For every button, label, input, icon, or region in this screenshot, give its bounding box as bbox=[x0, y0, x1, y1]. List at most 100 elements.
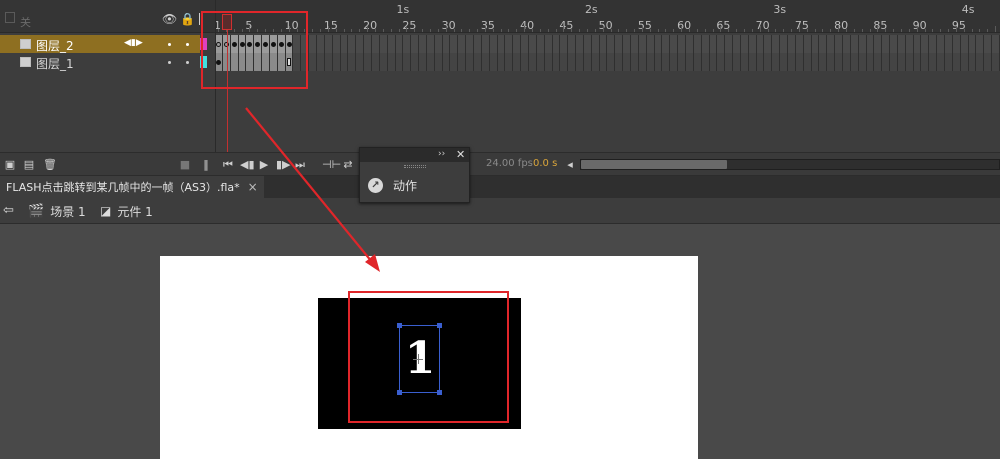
frame-cell[interactable] bbox=[498, 53, 506, 71]
back-arrow-icon[interactable]: ⇦ bbox=[3, 203, 14, 218]
frame-cell[interactable] bbox=[694, 53, 702, 71]
layer-row-layer-1[interactable]: 图层_1 bbox=[0, 53, 207, 71]
frame-cell[interactable] bbox=[474, 35, 482, 53]
frame-cell[interactable] bbox=[458, 53, 467, 71]
frame-cell[interactable] bbox=[356, 53, 365, 71]
frame-cell[interactable] bbox=[765, 53, 773, 71]
frame-cell[interactable] bbox=[639, 35, 647, 53]
frame-cell[interactable] bbox=[984, 35, 993, 53]
frame-cell[interactable] bbox=[757, 53, 765, 71]
frame-cell[interactable] bbox=[749, 35, 757, 53]
frame-cell[interactable] bbox=[796, 35, 804, 53]
frame-cell[interactable] bbox=[482, 53, 490, 71]
frame-cell[interactable] bbox=[592, 53, 600, 71]
frame-cell[interactable] bbox=[364, 53, 372, 71]
frame-cell[interactable] bbox=[725, 53, 734, 71]
layer-row-layer-2[interactable]: 图层_2 ◀▮▶ bbox=[0, 35, 207, 53]
frame-cell[interactable] bbox=[419, 35, 427, 53]
frame-cell[interactable] bbox=[443, 53, 451, 71]
actions-panel[interactable]: ›› ✕ ↗ 动作 bbox=[359, 147, 470, 203]
frame-cell[interactable] bbox=[662, 53, 671, 71]
frame-cell[interactable] bbox=[372, 53, 380, 71]
frame-cell[interactable] bbox=[341, 53, 349, 71]
frame-cell[interactable] bbox=[380, 53, 388, 71]
frame-cell[interactable] bbox=[623, 53, 632, 71]
frame-cell[interactable] bbox=[529, 35, 537, 53]
frame-row-layer-1[interactable] bbox=[215, 53, 1000, 71]
frame-cell[interactable] bbox=[827, 53, 836, 71]
loop-icon[interactable]: ⇄ bbox=[341, 158, 355, 172]
frame-cell[interactable] bbox=[403, 53, 412, 71]
frame-cell[interactable] bbox=[333, 53, 341, 71]
frame-cell[interactable] bbox=[662, 35, 671, 53]
frame-cell[interactable] bbox=[655, 35, 663, 53]
frame-cell[interactable] bbox=[678, 35, 686, 53]
frame-cell[interactable] bbox=[976, 53, 985, 71]
frame-cell[interactable] bbox=[796, 53, 804, 71]
frame-cell[interactable] bbox=[537, 53, 545, 71]
frame-cell[interactable] bbox=[451, 53, 459, 71]
document-tab[interactable]: FLASH点击跳转到某几帧中的一帧（AS3）.fla* × bbox=[0, 176, 264, 198]
frame-cell[interactable] bbox=[906, 53, 914, 71]
frame-cell[interactable] bbox=[576, 35, 584, 53]
frame-cell[interactable] bbox=[505, 53, 514, 71]
frame-cell[interactable] bbox=[490, 53, 498, 71]
frame-cell[interactable] bbox=[498, 35, 506, 53]
frame-cell[interactable] bbox=[953, 53, 961, 71]
frame-cell[interactable] bbox=[513, 35, 522, 53]
frame-cell[interactable] bbox=[537, 35, 545, 53]
frame-cell[interactable] bbox=[356, 35, 365, 53]
frame-cell[interactable] bbox=[953, 35, 961, 53]
frame-cell[interactable] bbox=[898, 35, 906, 53]
frame-cell[interactable] bbox=[937, 53, 946, 71]
frame-cell[interactable] bbox=[568, 35, 577, 53]
frame-cell[interactable] bbox=[976, 35, 985, 53]
camera-icon[interactable]: ■ bbox=[178, 158, 192, 172]
timeline-scrollbar[interactable] bbox=[580, 159, 1000, 170]
frame-cell[interactable] bbox=[702, 35, 710, 53]
frame-cell[interactable] bbox=[843, 35, 851, 53]
frame-cell[interactable] bbox=[859, 53, 867, 71]
frame-cell[interactable] bbox=[341, 35, 349, 53]
frame-cell[interactable] bbox=[623, 35, 632, 53]
frame-cell[interactable] bbox=[521, 35, 529, 53]
frame-cell[interactable] bbox=[545, 35, 553, 53]
frame-cell[interactable] bbox=[372, 35, 380, 53]
frame-cell[interactable] bbox=[388, 35, 396, 53]
frame-cell[interactable] bbox=[419, 53, 427, 71]
frame-cell[interactable] bbox=[317, 53, 325, 71]
close-icon[interactable]: × bbox=[248, 180, 258, 194]
frame-cell[interactable] bbox=[608, 35, 616, 53]
frame-cell[interactable] bbox=[843, 53, 851, 71]
actions-panel-item[interactable]: ↗ 动作 bbox=[368, 176, 417, 194]
lock-icon[interactable]: 🔒 bbox=[180, 13, 195, 25]
play-icon[interactable]: ▶ bbox=[258, 158, 270, 172]
close-icon[interactable]: ✕ bbox=[456, 148, 465, 161]
collapse-icon[interactable]: ›› bbox=[438, 149, 445, 159]
frame-cell[interactable] bbox=[812, 35, 820, 53]
frame-cell[interactable] bbox=[874, 53, 883, 71]
frame-cell[interactable] bbox=[631, 35, 639, 53]
frame-cell[interactable] bbox=[906, 35, 914, 53]
frame-cell[interactable] bbox=[348, 53, 357, 71]
frame-cell[interactable] bbox=[553, 53, 561, 71]
frame-cell[interactable] bbox=[560, 53, 569, 71]
frame-cell[interactable] bbox=[670, 53, 679, 71]
frame-cell[interactable] bbox=[458, 35, 467, 53]
frame-cell[interactable] bbox=[961, 53, 969, 71]
frame-cell[interactable] bbox=[717, 35, 726, 53]
next-frame-icon[interactable]: ▮▶ bbox=[276, 158, 291, 172]
frame-cell[interactable] bbox=[600, 35, 608, 53]
scrollbar-thumb[interactable] bbox=[581, 160, 727, 169]
frame-cell[interactable] bbox=[922, 53, 930, 71]
frame-cell[interactable] bbox=[788, 35, 796, 53]
frame-cell[interactable] bbox=[568, 53, 577, 71]
breadcrumb-symbol[interactable]: ◪ 元件 1 bbox=[100, 204, 153, 219]
actions-panel-titlebar[interactable]: ›› ✕ bbox=[360, 148, 469, 162]
frame-cell[interactable] bbox=[922, 35, 930, 53]
frame-cell[interactable] bbox=[725, 35, 734, 53]
frame-cell[interactable] bbox=[678, 53, 686, 71]
frame-cell[interactable] bbox=[348, 35, 357, 53]
last-frame-icon[interactable]: ⏭ bbox=[294, 158, 306, 172]
panel-grip[interactable] bbox=[404, 165, 426, 168]
